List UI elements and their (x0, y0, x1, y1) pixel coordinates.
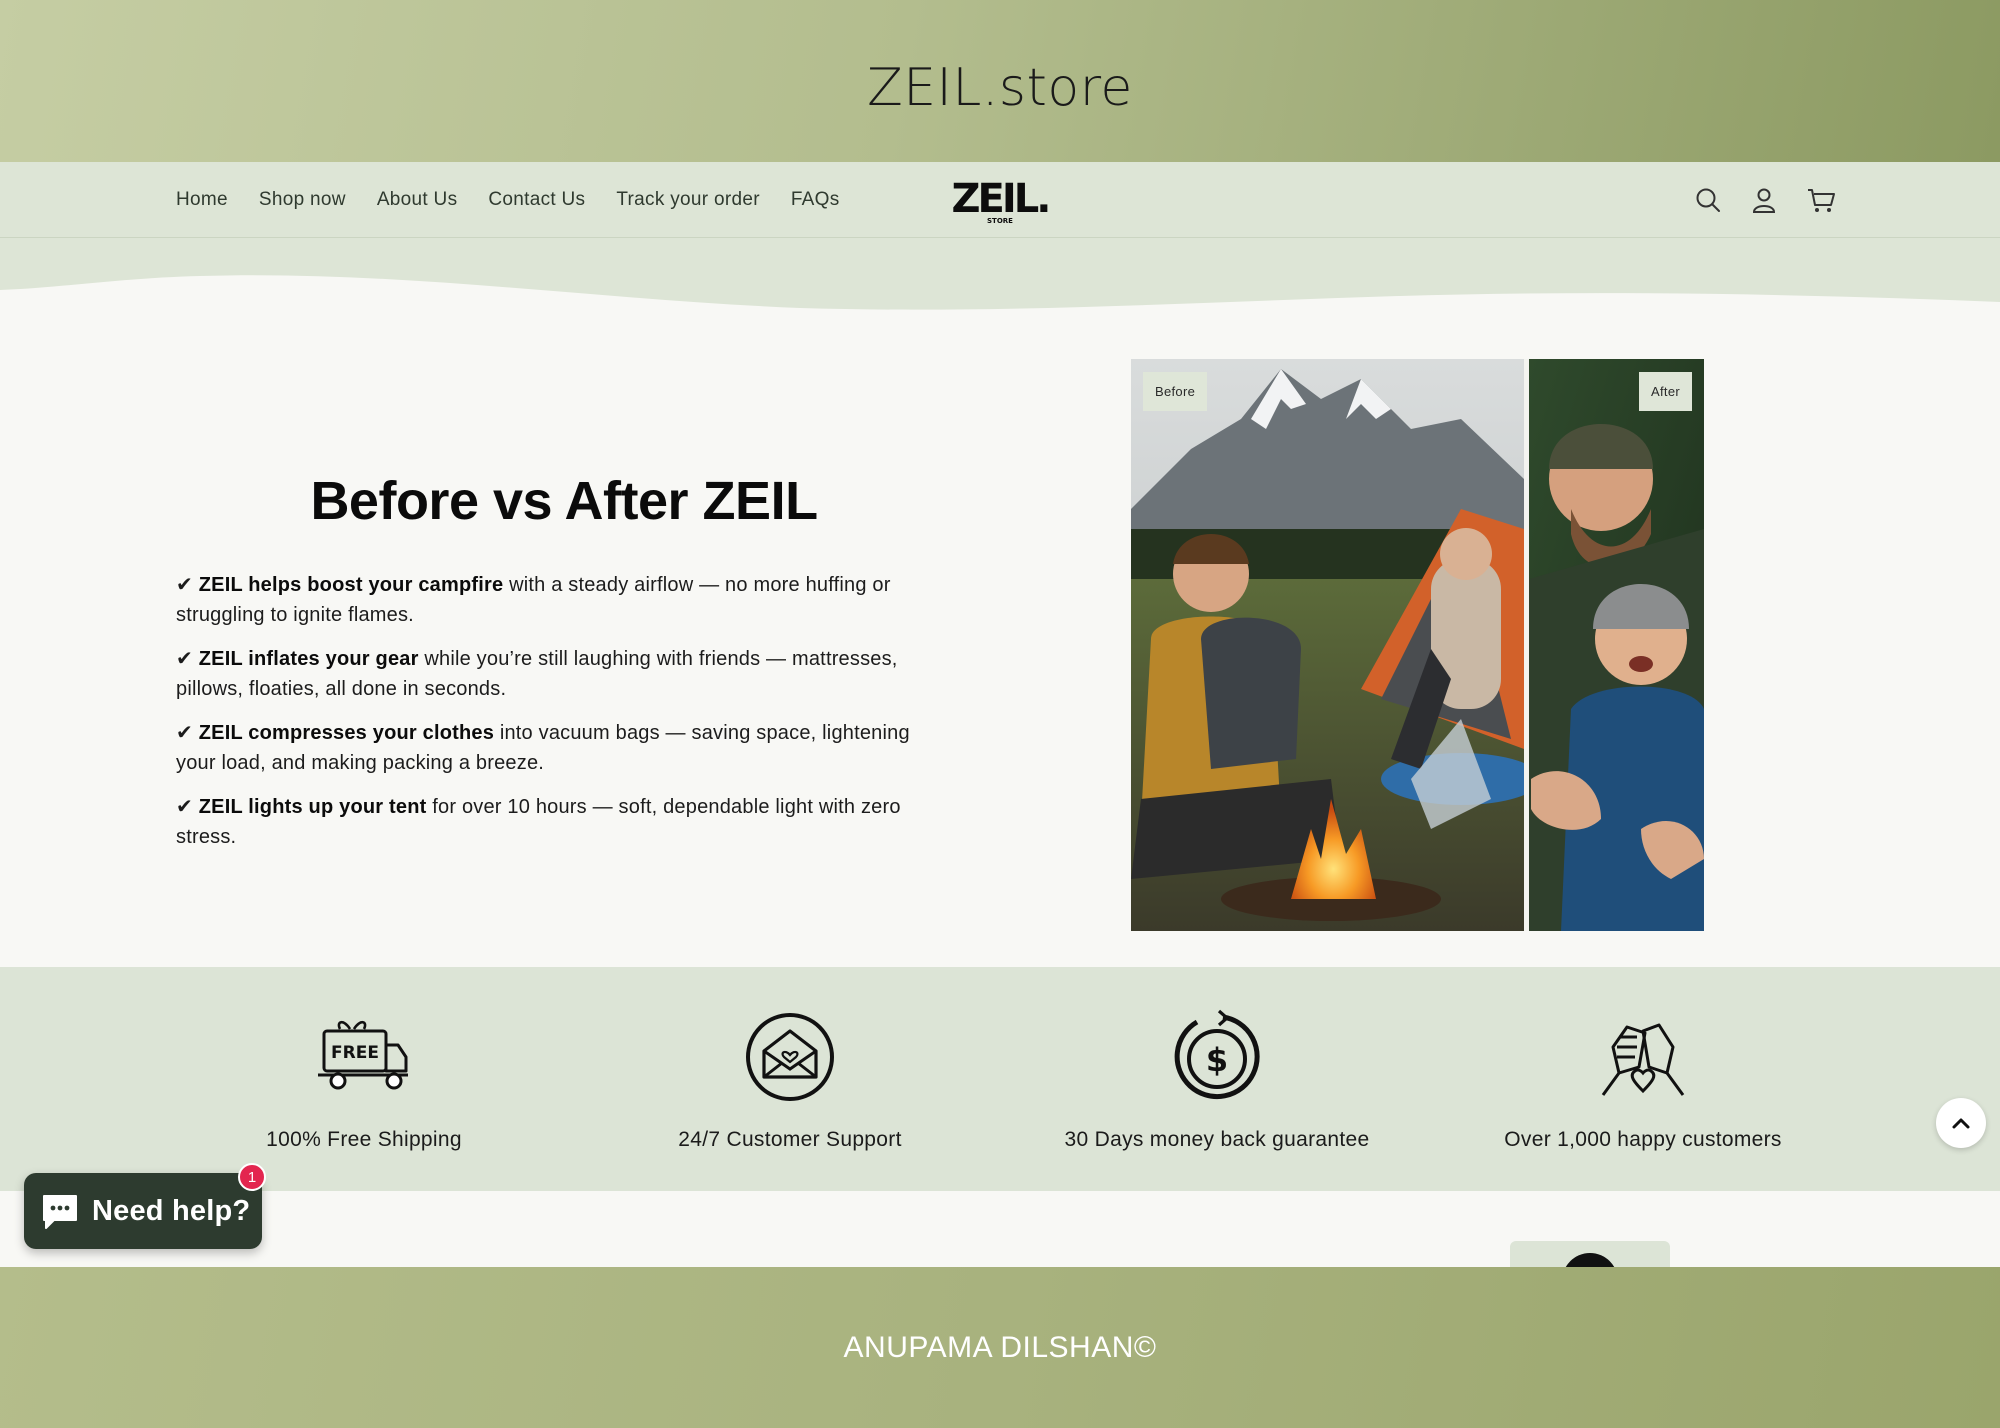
bullet-bold: ZEIL lights up your tent (198, 796, 427, 818)
top-banner: ZEIL.store (0, 0, 2000, 162)
copyright-text: ANUPAMA DILSHAN© (843, 1330, 1157, 1364)
svg-text:FREE: FREE (331, 1043, 379, 1063)
site-logo[interactable]: ZEIL. STORE (940, 176, 1060, 226)
svg-text:ZEIL.: ZEIL. (952, 176, 1049, 222)
nav-contact-us[interactable]: Contact Us (488, 189, 585, 211)
chat-bubble-icon (43, 1195, 77, 1229)
feature-label: Over 1,000 happy customers (1504, 1128, 1782, 1151)
cart-icon[interactable] (1806, 186, 1835, 214)
svg-text:STORE: STORE (987, 217, 1013, 225)
check-icon: ✔ (176, 722, 193, 744)
nav-about-us[interactable]: About Us (377, 189, 458, 211)
floating-avatar-tab[interactable] (1510, 1241, 1670, 1267)
main-nav: Home Shop now About Us Contact Us Track … (0, 162, 2000, 238)
before-after-slider[interactable]: Before After (1131, 359, 1704, 931)
check-icon: ✔ (176, 648, 193, 670)
hero-title: Before vs After ZEIL (310, 471, 818, 531)
list-item: ✔ ZEIL compresses your clothes into vacu… (176, 718, 946, 778)
money-back-icon: $ (1174, 1009, 1260, 1100)
search-icon[interactable] (1694, 186, 1722, 214)
bullet-bold: ZEIL helps boost your campfire (198, 574, 504, 596)
nav-home[interactable]: Home (176, 189, 228, 211)
nav-faqs[interactable]: FAQs (791, 189, 840, 211)
nav-links: Home Shop now About Us Contact Us Track … (176, 162, 840, 238)
features-strip: FREE 100% Free Shipping 24/7 Customer Su… (0, 967, 2000, 1191)
feature-label: 24/7 Customer Support (678, 1128, 902, 1151)
nav-icons (1694, 162, 1835, 238)
nav-track-order[interactable]: Track your order (616, 189, 759, 211)
scroll-to-top-button[interactable] (1936, 1098, 1986, 1148)
notification-badge: 1 (238, 1163, 266, 1191)
wave-divider (0, 238, 2000, 310)
zeil-logo-mark: ZEIL. STORE (952, 176, 1052, 225)
nav-shop-now[interactable]: Shop now (259, 189, 346, 211)
list-item: ✔ ZEIL inflates your gear while you’re s… (176, 644, 946, 704)
avatar (1562, 1253, 1618, 1267)
help-label: Need help? (92, 1194, 251, 1227)
account-icon[interactable] (1750, 186, 1778, 214)
support-envelope-icon (746, 1013, 834, 1101)
free-delivery-truck-icon: FREE (318, 1020, 408, 1090)
feature-label: 100% Free Shipping (266, 1128, 462, 1151)
check-icon: ✔ (176, 574, 193, 596)
list-item: ✔ ZEIL helps boost your campfire with a … (176, 570, 946, 630)
chevron-up-icon (1952, 1118, 1970, 1129)
after-image (1529, 359, 1704, 931)
chat-help-button[interactable]: Need help? 1 (24, 1163, 266, 1249)
benefit-list: ✔ ZEIL helps boost your campfire with a … (176, 570, 946, 866)
feature-label: 30 Days money back guarantee (1064, 1128, 1370, 1151)
handshake-heart-icon (1601, 1023, 1685, 1096)
check-icon: ✔ (176, 796, 193, 818)
svg-text:$: $ (1206, 1041, 1228, 1079)
store-title: ZEIL.store (867, 58, 1133, 118)
slider-handle[interactable] (1524, 359, 1529, 931)
after-tag: After (1639, 372, 1692, 411)
before-image (1131, 359, 1541, 931)
before-tag: Before (1143, 372, 1208, 411)
bullet-bold: ZEIL compresses your clothes (198, 722, 495, 744)
bullet-bold: ZEIL inflates your gear (198, 648, 419, 670)
footer: ANUPAMA DILSHAN© (0, 1267, 2000, 1428)
comparison-image (1131, 359, 1704, 931)
list-item: ✔ ZEIL lights up your tent for over 10 h… (176, 792, 946, 852)
